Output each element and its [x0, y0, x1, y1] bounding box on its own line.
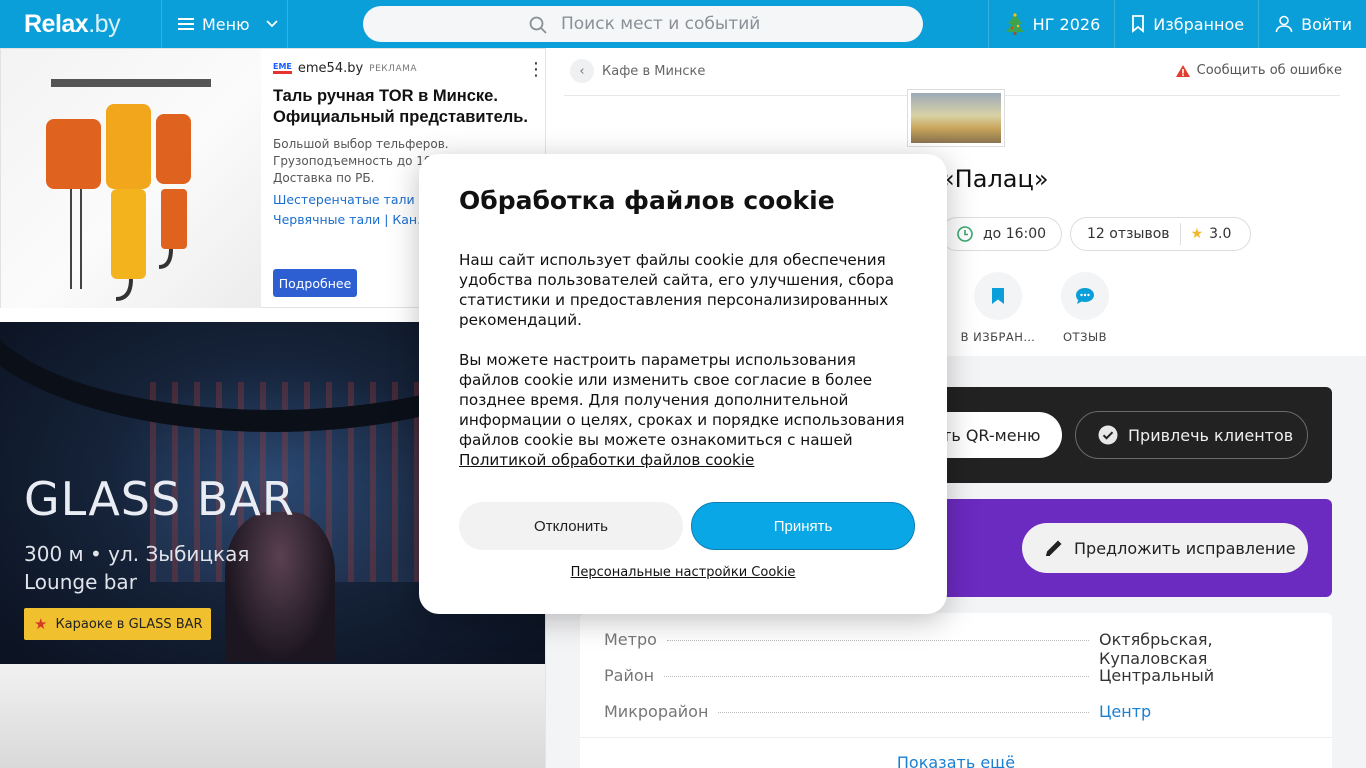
bookmark-icon — [1132, 15, 1145, 33]
ny-label: НГ 2026 — [1032, 14, 1101, 34]
cookie-paragraph: Наш сайт использует файлы cookie для обе… — [459, 251, 895, 329]
menu-button[interactable]: Меню — [162, 0, 288, 48]
user-icon — [1275, 15, 1293, 33]
hamburger-icon — [178, 18, 194, 30]
menu-label: Меню — [202, 14, 250, 34]
login-button[interactable]: Войти — [1258, 0, 1366, 48]
new-year-button[interactable]: НГ 2026 — [987, 0, 1115, 48]
search-input[interactable]: Поиск мест и событий — [363, 6, 923, 42]
decline-button[interactable]: Отклонить — [459, 502, 683, 550]
favorites-label: Избранное — [1153, 14, 1245, 34]
cookie-paragraph: Вы можете настроить параметры использова… — [459, 351, 905, 469]
cookie-modal-title: Обработка файлов cookie — [459, 186, 835, 215]
search-icon — [529, 16, 547, 34]
search-placeholder: Поиск мест и событий — [561, 14, 761, 34]
personal-cookie-settings-link[interactable]: Персональные настройки Cookie — [419, 565, 947, 580]
cookie-modal: Обработка файлов cookie Наш сайт использ… — [419, 154, 947, 614]
christmas-tree-icon — [1005, 13, 1024, 35]
accept-button[interactable]: Принять — [691, 502, 915, 550]
login-label: Войти — [1301, 14, 1352, 34]
site-logo[interactable]: Relax .by — [0, 0, 162, 48]
chevron-down-icon — [265, 20, 278, 28]
cookie-modal-text: Наш сайт использует файлы cookie для обе… — [459, 250, 909, 470]
favorites-button[interactable]: Избранное — [1114, 0, 1258, 48]
top-header: Relax .by Меню Поиск мест и событий НГ 20… — [0, 0, 1366, 48]
cookie-policy-link[interactable]: Политикой обработки файлов cookie — [459, 451, 754, 469]
